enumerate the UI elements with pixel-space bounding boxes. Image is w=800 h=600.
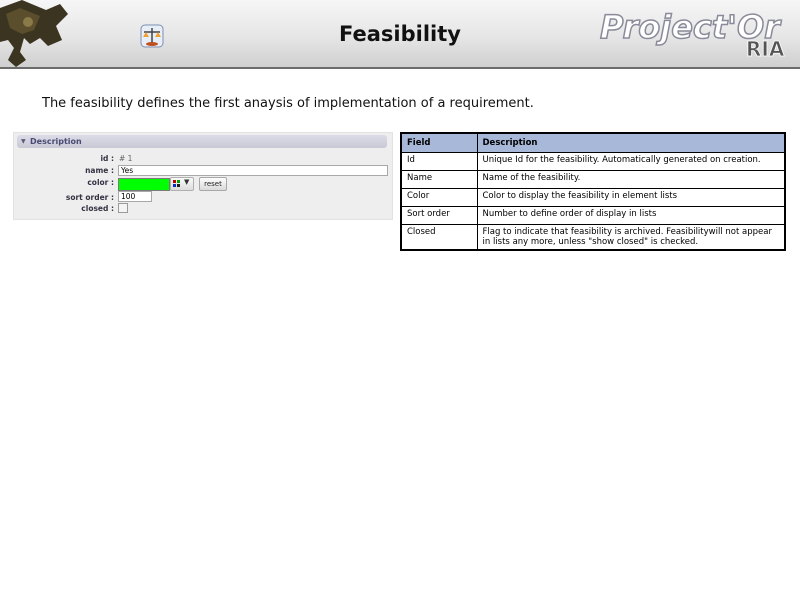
description-panel: ▼ Description id : # 1 name : Yes color …	[13, 132, 393, 220]
column-header-field: Field	[400, 132, 478, 153]
section-header[interactable]: ▼ Description	[17, 135, 387, 148]
closed-label: closed :	[81, 204, 114, 213]
closed-checkbox[interactable]	[118, 203, 128, 213]
intro-text: The feasibility defines the first anaysi…	[42, 96, 534, 111]
table-row: Color Color to display the feasibility i…	[400, 188, 786, 207]
color-label: color :	[87, 178, 114, 187]
field-cell: Closed	[400, 224, 478, 251]
sort-order-input[interactable]: 100	[118, 191, 152, 202]
projector-ria-logo: Project'Or RIA	[599, 7, 785, 61]
color-picker-button[interactable]: ▼	[170, 177, 194, 191]
field-cell: Color	[400, 188, 478, 207]
reset-button[interactable]: reset	[199, 177, 227, 191]
description-cell: Number to define order of display in lis…	[476, 206, 786, 225]
color-grid-icon	[173, 180, 180, 187]
collapse-triangle-icon[interactable]: ▼	[21, 138, 26, 145]
fields-table: Field Description Id Unique Id for the f…	[400, 132, 786, 251]
table-row: Sort order Number to define order of dis…	[400, 206, 786, 225]
description-cell: Color to display the feasibility in elem…	[476, 188, 786, 207]
description-cell: Name of the feasibility.	[476, 170, 786, 189]
description-cell: Unique Id for the feasibility. Automatic…	[476, 152, 786, 171]
sort-order-label: sort order :	[65, 193, 114, 202]
header-bar: Feasibility Project'Or RIA	[0, 0, 800, 69]
name-input[interactable]: Yes	[118, 165, 388, 176]
table-row: Closed Flag to indicate that feasibility…	[400, 224, 786, 251]
chevron-down-icon: ▼	[184, 178, 190, 186]
description-cell: Flag to indicate that feasibility is arc…	[476, 224, 786, 251]
color-swatch[interactable]	[118, 178, 170, 191]
id-value: # 1	[119, 154, 133, 163]
field-cell: Id	[400, 152, 478, 171]
id-label: id :	[100, 154, 114, 163]
field-cell: Name	[400, 170, 478, 189]
table-header-row: Field Description	[400, 132, 786, 153]
field-cell: Sort order	[400, 206, 478, 225]
table-row: Id Unique Id for the feasibility. Automa…	[400, 152, 786, 171]
column-header-description: Description	[476, 132, 786, 153]
table-row: Name Name of the feasibility.	[400, 170, 786, 189]
name-label: name :	[85, 166, 114, 175]
section-title: Description	[30, 137, 82, 146]
svg-text:RIA: RIA	[746, 37, 785, 61]
